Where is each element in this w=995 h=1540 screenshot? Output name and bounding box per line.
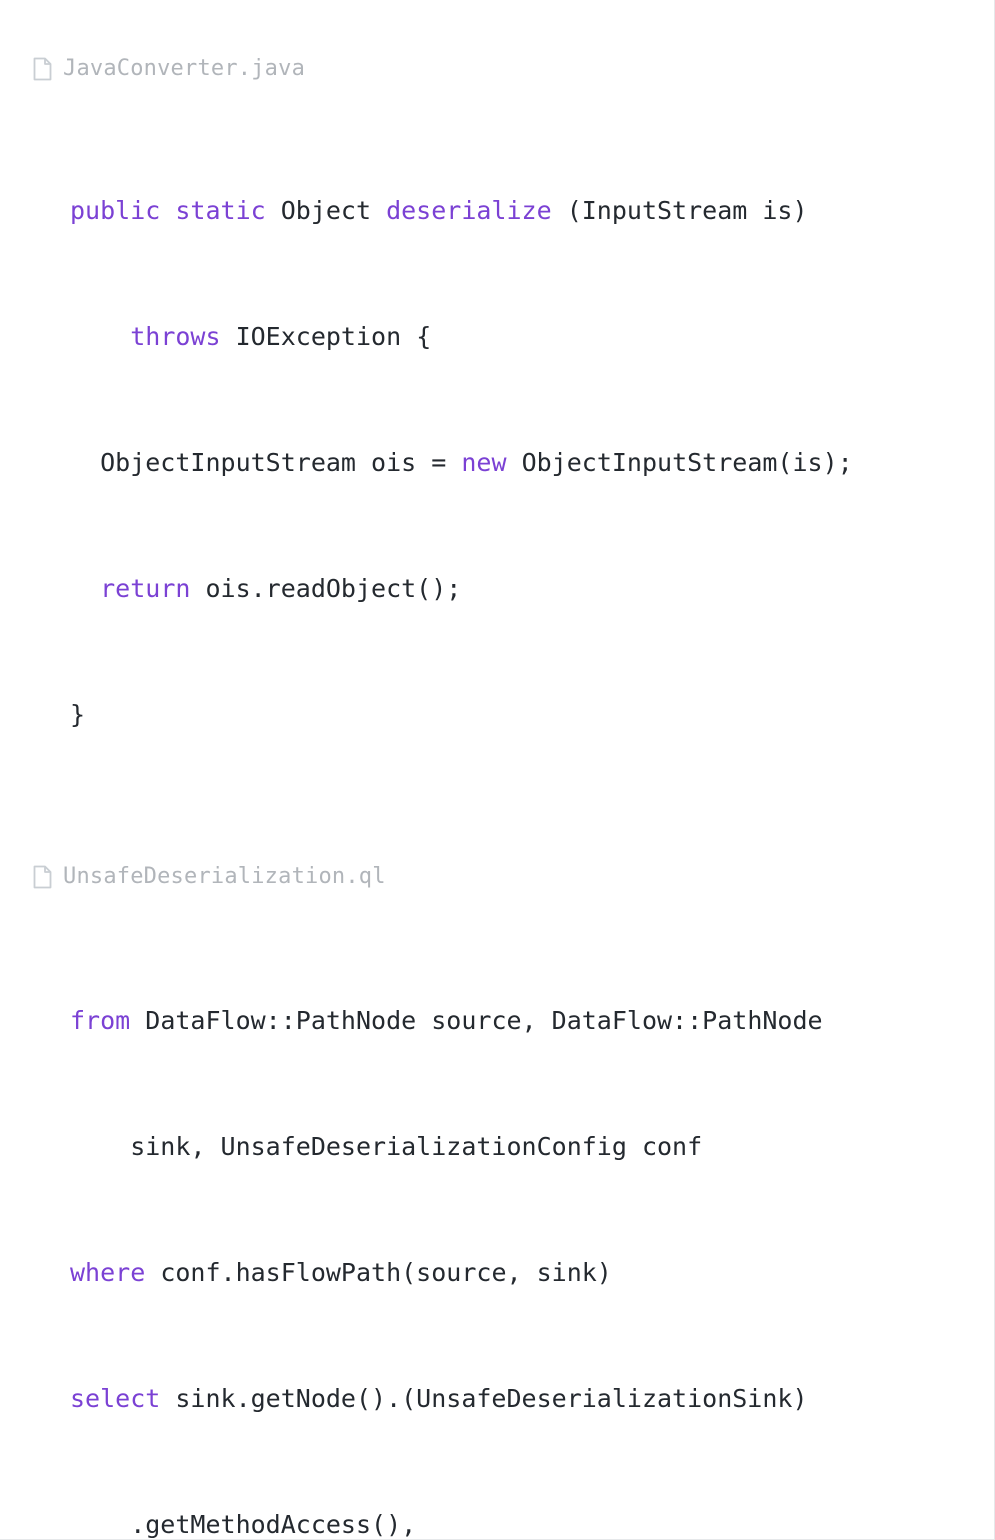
- code-token: ObjectInputStream ois =: [70, 448, 461, 477]
- code-block-ql: from DataFlow::PathNode source, DataFlow…: [0, 916, 994, 1540]
- code-line: public static Object deserialize (InputS…: [70, 190, 994, 232]
- code-token: }: [70, 700, 85, 729]
- code-token: sink.getNode().(UnsafeDeserializationSin…: [175, 1384, 807, 1413]
- code-token: .getMethodAccess(),: [70, 1510, 416, 1539]
- code-token: ObjectInputStream(is);: [522, 448, 853, 477]
- code-line: }: [70, 694, 994, 736]
- file-name-java: JavaConverter.java: [63, 56, 305, 81]
- code-line: return ois.readObject();: [70, 568, 994, 610]
- file-icon: [33, 57, 52, 81]
- code-token: IOException {: [236, 322, 432, 351]
- file-header-java: JavaConverter.java: [0, 56, 994, 81]
- code-token: public: [70, 196, 175, 225]
- code-token: select: [70, 1384, 175, 1413]
- code-line: where conf.hasFlowPath(source, sink): [70, 1252, 994, 1294]
- code-token: [70, 322, 130, 351]
- code-token: ois.readObject();: [205, 574, 461, 603]
- code-token: from: [70, 1006, 145, 1035]
- code-token: throws: [130, 322, 235, 351]
- code-token: conf.hasFlowPath(source, sink): [160, 1258, 612, 1287]
- code-token: return: [100, 574, 205, 603]
- code-token: where: [70, 1258, 160, 1287]
- code-token: sink, UnsafeDeserializationConfig conf: [70, 1132, 702, 1161]
- file-icon: [33, 865, 52, 889]
- code-block-java: public static Object deserialize (InputS…: [0, 106, 994, 820]
- code-token: [70, 574, 100, 603]
- code-line: select sink.getNode().(UnsafeDeserializa…: [70, 1378, 994, 1420]
- file-name-ql: UnsafeDeserialization.ql: [63, 864, 386, 889]
- code-line: sink, UnsafeDeserializationConfig conf: [70, 1126, 994, 1168]
- file-header-ql: UnsafeDeserialization.ql: [0, 864, 994, 889]
- code-line: .getMethodAccess(),: [70, 1504, 994, 1540]
- code-line: ObjectInputStream ois = new ObjectInputS…: [70, 442, 994, 484]
- code-token: static: [175, 196, 280, 225]
- code-token: (InputStream is): [567, 196, 808, 225]
- code-token: DataFlow::PathNode source, DataFlow::Pat…: [145, 1006, 822, 1035]
- code-line: throws IOException {: [70, 316, 994, 358]
- code-token: new: [461, 448, 521, 477]
- code-line: from DataFlow::PathNode source, DataFlow…: [70, 1000, 994, 1042]
- code-token: Object: [281, 196, 386, 225]
- codeql-results-page: JavaConverter.java public static Object …: [0, 0, 995, 1540]
- code-token: deserialize: [386, 196, 567, 225]
